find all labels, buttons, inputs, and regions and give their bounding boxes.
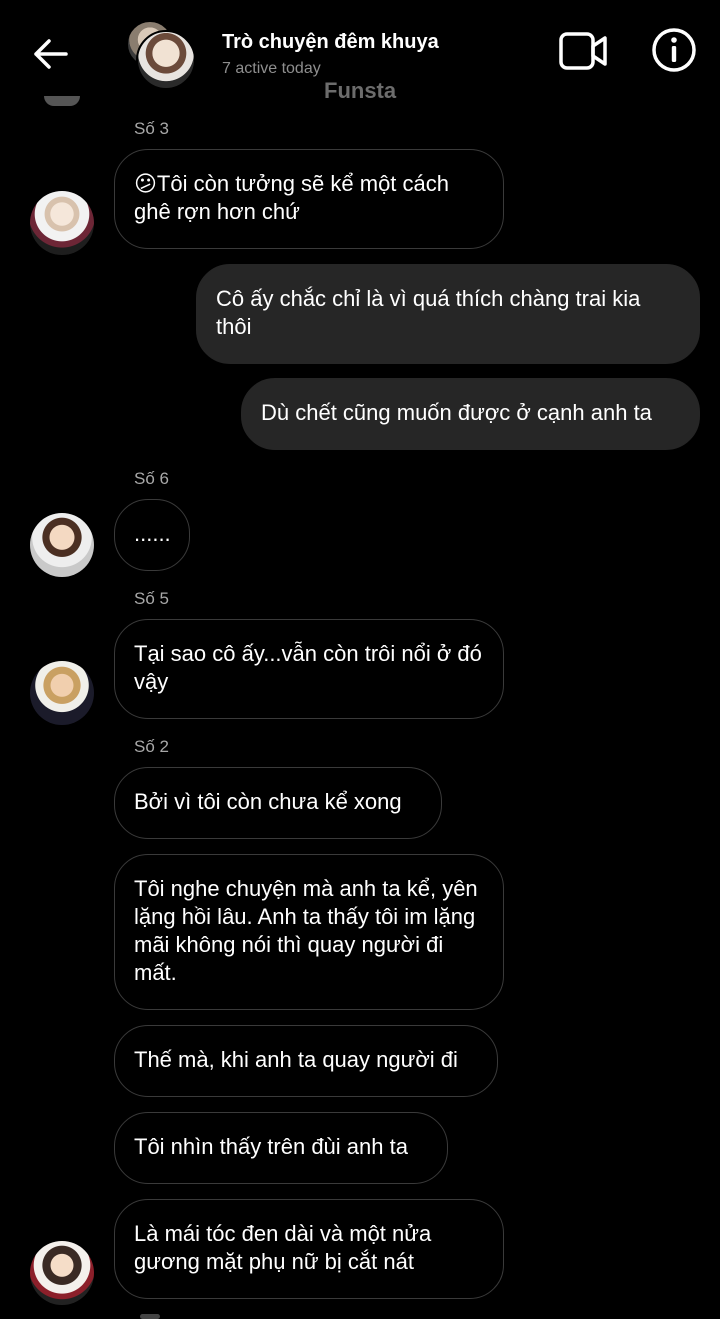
message-bubble[interactable]: Tôi nhìn thấy trên đùi anh ta [114, 1112, 448, 1184]
video-call-button[interactable] [558, 30, 610, 72]
chat-title[interactable]: Trò chuyện đêm khuya [222, 31, 439, 54]
message-bubble[interactable]: Tôi nghe chuyện mà anh ta kể, yên lặng h… [114, 854, 504, 1010]
video-camera-icon [559, 32, 607, 70]
avatar[interactable] [30, 513, 94, 577]
avatar[interactable] [30, 1241, 94, 1305]
avatar [44, 96, 80, 106]
arrow-left-icon [34, 39, 68, 69]
sender-name: Số 3 [134, 119, 169, 138]
active-status: 7 active today [222, 60, 321, 77]
message-bubble[interactable]: 😕Tôi còn tưởng sẽ kể một cách ghê rợn hơ… [114, 149, 504, 249]
back-button[interactable] [28, 34, 72, 74]
sender-name: Số 5 [134, 589, 169, 608]
message-bubble[interactable]: ...... [114, 499, 190, 571]
sender-name: Số 2 [134, 737, 169, 756]
message-bubble[interactable]: Tại sao cô ấy...vẫn còn trôi nổi ở đó vậ… [114, 619, 504, 719]
message-bubble[interactable]: Là mái tóc đen dài và một nửa gương mặt … [114, 1199, 504, 1299]
message-bubble[interactable]: Dù chết cũng muốn được ở cạnh anh ta [241, 378, 700, 450]
message-bubble[interactable]: Thế mà, khi anh ta quay người đi [114, 1025, 498, 1097]
info-icon [652, 28, 696, 72]
watermark: Funsta [324, 78, 397, 103]
sender-name: Số 6 [134, 469, 169, 488]
sender-name [140, 1314, 160, 1319]
info-button[interactable] [650, 26, 698, 74]
avatar[interactable] [30, 661, 94, 725]
avatar[interactable] [30, 191, 94, 255]
avatar [136, 30, 196, 90]
message-bubble[interactable]: Cô ấy chắc chỉ là vì quá thích chàng tra… [196, 264, 700, 364]
group-avatar[interactable] [124, 20, 196, 90]
message-bubble[interactable]: Bởi vì tôi còn chưa kể xong [114, 767, 442, 839]
